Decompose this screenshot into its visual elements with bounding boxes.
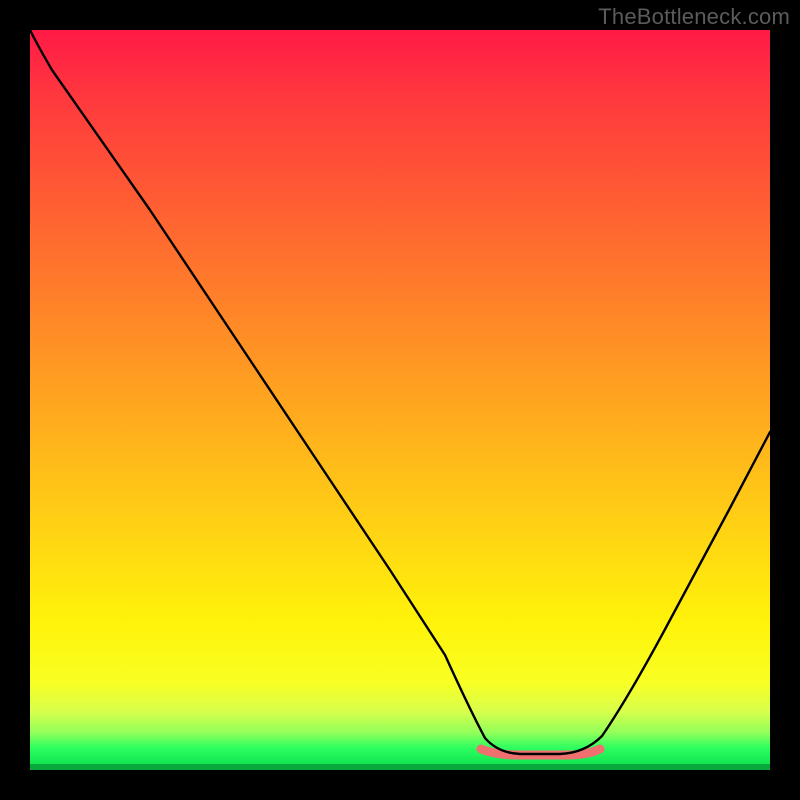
plot-area: [30, 30, 770, 770]
bottleneck-curve: [30, 30, 770, 770]
chart-frame: TheBottleneck.com: [0, 0, 800, 800]
watermark-text: TheBottleneck.com: [598, 4, 790, 30]
main-curve: [30, 30, 770, 754]
